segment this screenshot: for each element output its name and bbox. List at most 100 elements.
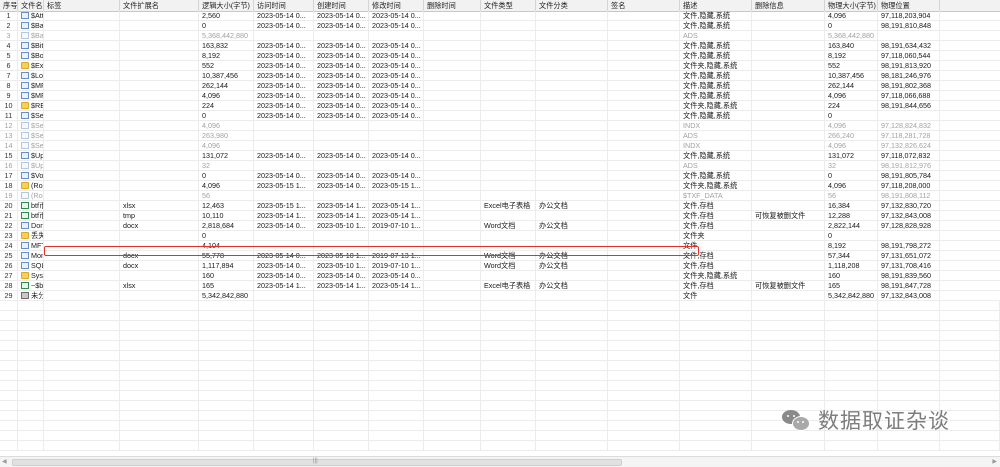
cell-text: 131,072 [202, 151, 228, 160]
logical-size-cell: 0 [199, 111, 254, 121]
horizontal-scrollbar[interactable]: ◀ ||| ▶ [0, 456, 1000, 467]
empty-cell [752, 321, 825, 331]
description-cell: 文件,隐藏,系统 [680, 41, 752, 51]
create-time-cell: 2023-05-14 0... [314, 61, 369, 71]
col-description-header[interactable]: 描述 [680, 0, 752, 11]
empty-cell [825, 321, 878, 331]
col-extension-header[interactable]: 文件扩展名 [120, 0, 199, 11]
empty-cell [18, 341, 44, 351]
table-row[interactable]: 19 (Root directory)>... 56 $TXF_DATA 56 98,19… [0, 191, 1000, 201]
table-row[interactable]: 12 $Secure>$SDH 4,096 INDX 4,096 97,128,824,8… [0, 121, 1000, 131]
table-row[interactable]: 28 ~$bit币地址与受... xlsx 165 2023-05-14 1... 202… [0, 281, 1000, 291]
description-cell: INDX [680, 121, 752, 131]
col-delete-time-header[interactable]: 删除时间 [424, 0, 481, 11]
empty-cell [608, 361, 680, 371]
file-icon [21, 242, 29, 249]
empty-cell [608, 331, 680, 341]
empty-cell [0, 391, 18, 401]
table-row[interactable]: 10 $RECYCLE.BIN 224 2023-05-14 0... 2023-05-… [0, 101, 1000, 111]
filedim-icon [21, 192, 29, 199]
col-index-header[interactable]: 序号 [0, 0, 18, 11]
col-file-category-header[interactable]: 文件分类 [536, 0, 608, 11]
table-row[interactable]: 9 $MFTMirr 4,096 2023-05-14 0... 2023-05-14 … [0, 91, 1000, 101]
table-row[interactable]: 18 (Root directory) 4,096 2023-05-15 1... 20… [0, 181, 1000, 191]
physical-location-cell: 98,191,839,560 [878, 271, 940, 281]
tag-cell [44, 121, 120, 131]
col-tag-header[interactable]: 标签 [44, 0, 120, 11]
table-row[interactable]: 17 $Volume 0 2023-05-14 0... 2023-05-14 0...… [0, 171, 1000, 181]
scroll-left-icon[interactable]: ◀ [2, 458, 7, 465]
cell-text: 2023-05-14 1... [372, 201, 421, 210]
cell-text: 5,368,442,880 [828, 31, 874, 40]
column-header-label: 描述 [683, 1, 698, 10]
table-row[interactable]: 4 $Bitmap 163,832 2023-05-14 0... 2023-05-14… [0, 41, 1000, 51]
cell-text: 2023-05-14 0... [317, 151, 366, 160]
modify-time-cell [369, 191, 424, 201]
col-access-time-header[interactable]: 访问时间 [254, 0, 314, 11]
table-row[interactable]: 16 $UpCase>$Info 32 ADS 32 98,191,812,976 [0, 161, 1000, 171]
empty-cell [481, 351, 536, 361]
tag-cell [44, 181, 120, 191]
cell-text: 文件,隐藏,系统 [683, 41, 731, 50]
access-time-cell [254, 131, 314, 141]
cell-text: 2 [6, 21, 11, 30]
empty-row [0, 321, 1000, 331]
table-row[interactable]: 7 $LogFile 10,387,456 2023-05-14 0... 2023-0… [0, 71, 1000, 81]
col-file-type-header[interactable]: 文件类型 [481, 0, 536, 11]
cell-text: 97,131,651,072 [881, 251, 931, 260]
table-row[interactable]: 6 $Extend 552 2023-05-14 0... 2023-05-14 0..… [0, 61, 1000, 71]
signature-cell [608, 61, 680, 71]
table-row[interactable]: 29 未分配簇 5,342,842,880 文件 5,342,842,880 97,132… [0, 291, 1000, 301]
table-row[interactable]: 1 $AttrDef 2,560 2023-05-14 0... 2023-05-14 … [0, 11, 1000, 21]
table-row[interactable]: 20 btf币地址与受害人x... xlsx 12,463 2023-05-15 1..… [0, 201, 1000, 211]
cell-text: 97,118,066,688 [881, 91, 931, 100]
table-row[interactable]: 27 System Volume In... 160 2023-05-14 0... 2… [0, 271, 1000, 281]
column-header-label: 创建时间 [317, 1, 346, 10]
file-type-cell: Word文档 [481, 221, 536, 231]
table-row[interactable]: 3 $BadClus>$Bad 5,368,442,880 ADS 5,368,442,… [0, 31, 1000, 41]
col-physical-size-header[interactable]: 物理大小(字节) [825, 0, 878, 11]
cell-text: INDX [683, 121, 701, 130]
scroll-right-icon[interactable]: ▶ [992, 458, 997, 465]
empty-cell [0, 351, 18, 361]
cell-text: 文件,隐藏,系统 [683, 91, 731, 100]
file-list-table[interactable]: 序号 文件名 标签 文件扩展名 逻辑大小(字节) 访问时间 创建时间 修改时间 删除时间 文件类型… [0, 0, 1000, 456]
cell-text: 可恢复被删文件 [755, 211, 806, 220]
extension-cell [120, 81, 199, 91]
col-signature-header[interactable]: 签名 [608, 0, 680, 11]
table-row[interactable]: 2 $BadClus 0 2023-05-14 0... 2023-05-14 0...… [0, 21, 1000, 31]
extension-cell [120, 231, 199, 241]
table-row[interactable]: 11 $Secure 0 2023-05-14 0... 2023-05-14 0...… [0, 111, 1000, 121]
logical-size-cell: 0 [199, 171, 254, 181]
table-row[interactable]: 13 $Secure>$SDS 263,980 ADS 266,240 97,118,28… [0, 131, 1000, 141]
empty-cell [752, 311, 825, 321]
index-cell: 8 [0, 81, 18, 91]
col-filename-header[interactable]: 文件名 [18, 0, 44, 11]
col-physical-location-header[interactable]: 物理位置 [878, 0, 940, 11]
scrollbar-grip-icon: ||| [313, 458, 318, 464]
table-row[interactable]: 8 $MFT 262,144 2023-05-14 0... 2023-05-14 0.… [0, 81, 1000, 91]
delete-info-cell [752, 201, 825, 211]
index-cell: 23 [0, 231, 18, 241]
access-time-cell: 2023-05-14 0... [254, 91, 314, 101]
col-create-time-header[interactable]: 创建时间 [314, 0, 369, 11]
empty-row [0, 391, 1000, 401]
table-row[interactable]: 23 丢失文件 0 文件夹 0 [0, 231, 1000, 241]
table-row[interactable]: 14 $Secure>$SII 4,096 INDX 4,096 97,132,826,6… [0, 141, 1000, 151]
col-modify-time-header[interactable]: 修改时间 [369, 0, 424, 11]
empty-cell [254, 401, 314, 411]
col-delete-info-header[interactable]: 删除信息 [752, 0, 825, 11]
table-row[interactable]: 22 Donot团伙（APT... docx 2,818,684 2023-05-14 … [0, 221, 1000, 231]
table-row[interactable]: 26 SQL注入有趣姿势... docx 1,117,894 2023-05-14 0.… [0, 261, 1000, 271]
table-row[interactable]: 21 btf币地址与受害人... tmp 10,110 2023-05-14 1... 2… [0, 211, 1000, 221]
table-row[interactable]: 15 $UpCase 131,072 2023-05-14 0... 2023-05-1… [0, 151, 1000, 161]
signature-cell [608, 31, 680, 41]
create-time-cell: 2023-05-14 0... [314, 21, 369, 31]
delete-time-cell [424, 161, 481, 171]
empty-cell [44, 371, 120, 381]
file-category-cell: 办公文档 [536, 201, 608, 211]
col-logical-size-header[interactable]: 逻辑大小(字节) [199, 0, 254, 11]
modify-time-cell: 2023-05-14 0... [369, 101, 424, 111]
table-row[interactable]: 5 $Boot 8,192 2023-05-14 0... 2023-05-14 0..… [0, 51, 1000, 61]
access-time-cell: 2023-05-14 0... [254, 271, 314, 281]
